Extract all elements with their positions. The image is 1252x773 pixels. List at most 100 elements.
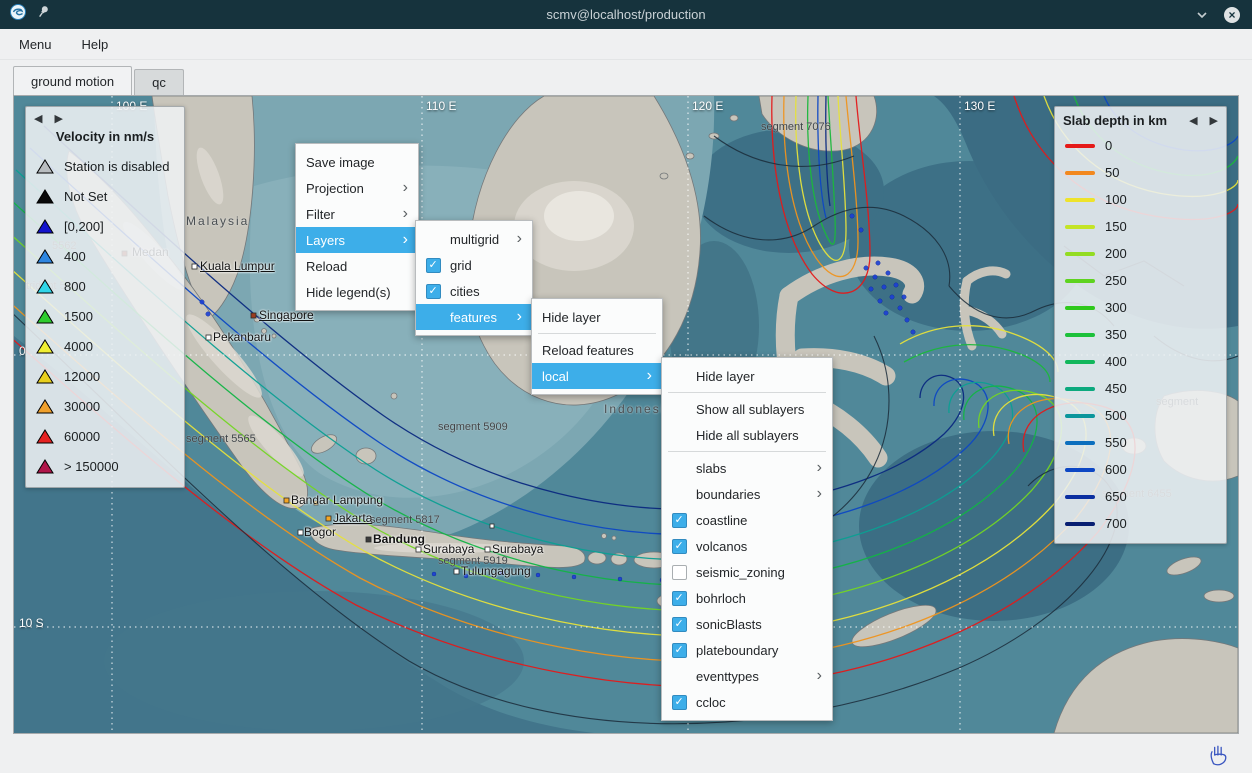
menu-item[interactable]: ✓ grid › (416, 252, 532, 278)
legend-item: 0 (1055, 132, 1226, 159)
legend-item: [0,200] (26, 211, 184, 241)
menu-item[interactable]: ✓ cities › (416, 278, 532, 304)
menu-item[interactable]: ✓ eventtypes › (662, 663, 832, 689)
legend-item: 400 (26, 241, 184, 271)
menu-item[interactable]: ✓ plateboundary › (662, 637, 832, 663)
menu-item[interactable]: ✓ seismic_zoning › (662, 559, 832, 585)
submenu-arrow-icon: › (517, 309, 522, 325)
menu-item: ✓ › (538, 333, 656, 334)
legend-prev-button[interactable]: ◀ (34, 112, 42, 126)
lon-label: 130 E (964, 99, 995, 113)
menu-item[interactable]: ✓ local › (532, 363, 662, 389)
color-swatch (1065, 468, 1095, 472)
checkbox[interactable]: ✓ (672, 565, 687, 580)
submenu-arrow-icon: › (817, 668, 822, 684)
legend-item: 100 (1055, 186, 1226, 213)
menu-item[interactable]: ✓ Reload › (296, 253, 418, 279)
city-label: Kuala Lumpur (200, 259, 275, 273)
context-menu: ✓ Save image › ✓ Projection › ✓ Filter ›… (295, 143, 419, 311)
pin-icon[interactable] (37, 5, 50, 24)
menu-item[interactable]: ✓ Reload features › (532, 337, 662, 363)
triangle-marker-icon (36, 339, 54, 354)
menu-item[interactable]: ✓ Projection › (296, 175, 418, 201)
menu-item[interactable]: ✓ Show all sublayers › (662, 396, 832, 422)
city-label: Jakarta (333, 511, 372, 525)
tab[interactable]: ground motion (13, 66, 132, 96)
checkbox[interactable]: ✓ (672, 695, 687, 710)
menu-item[interactable]: ✓ Layers › (296, 227, 418, 253)
menu-item: ✓ › (668, 392, 826, 393)
menu-item[interactable]: ✓ bohrloch › (662, 585, 832, 611)
segment-label: segment 7076 (761, 121, 831, 133)
color-swatch (1065, 522, 1095, 526)
color-swatch (1065, 414, 1095, 418)
menu-item[interactable]: ✓ Filter › (296, 201, 418, 227)
legend-item: 650 (1055, 483, 1226, 510)
menubar-item[interactable]: Help (78, 35, 113, 54)
menu-item[interactable]: ✓ Hide all sublayers › (662, 422, 832, 448)
checkbox[interactable]: ✓ (672, 539, 687, 554)
titlebar[interactable]: scmv@localhost/production × (0, 0, 1252, 29)
color-swatch (1065, 495, 1095, 499)
legend-item: 400 (1055, 348, 1226, 375)
legend-title: Slab depth in km (1063, 113, 1189, 128)
lon-label: 120 E (692, 99, 723, 113)
legend-item: Station is disabled (26, 151, 184, 181)
city-label: Surabaya (492, 542, 543, 556)
legend-item: 500 (1055, 402, 1226, 429)
menu-item[interactable]: ✓ Hide layer › (532, 304, 662, 330)
submenu-arrow-icon: › (517, 231, 522, 247)
menu-item[interactable]: ✓ Hide layer › (662, 363, 832, 389)
checkbox[interactable]: ✓ (426, 258, 441, 273)
legend-item: 300 (1055, 294, 1226, 321)
menu-item[interactable]: ✓ coastline › (662, 507, 832, 533)
submenu-arrow-icon: › (817, 460, 822, 476)
menu-item[interactable]: ✓ volcanos › (662, 533, 832, 559)
menu-item[interactable]: ✓ sonicBlasts › (662, 611, 832, 637)
color-swatch (1065, 198, 1095, 202)
legend-item: 50 (1055, 159, 1226, 186)
menu-item[interactable]: ✓ features › (416, 304, 532, 330)
menu-item[interactable]: ✓ boundaries › (662, 481, 832, 507)
legend-item: 350 (1055, 321, 1226, 348)
checkbox[interactable]: ✓ (672, 591, 687, 606)
legend-next-button[interactable]: ▶ (1210, 114, 1218, 128)
checkbox[interactable]: ✓ (426, 284, 441, 299)
menu-item[interactable]: ✓ ccloc › (662, 689, 832, 715)
legend-item: 700 (1055, 510, 1226, 537)
tab[interactable]: qc (134, 69, 184, 96)
legend-item: 150 (1055, 213, 1226, 240)
triangle-marker-icon (36, 189, 54, 204)
menubar-item[interactable]: Menu (15, 35, 56, 54)
legend-next-button[interactable]: ▶ (54, 112, 62, 126)
menu-item[interactable]: ✓ Hide legend(s) › (296, 279, 418, 305)
checkbox[interactable]: ✓ (672, 643, 687, 658)
checkbox[interactable]: ✓ (672, 513, 687, 528)
color-swatch (1065, 306, 1095, 310)
menu-item: ✓ › (668, 451, 826, 452)
legend-item: 450 (1055, 375, 1226, 402)
segment-label: segment 5817 (370, 514, 440, 526)
legend-prev-button[interactable]: ◀ (1189, 114, 1197, 128)
features-submenu: ✓ Hide layer › ✓ › ✓ Reload features › ✓… (531, 298, 663, 395)
legend-item: 550 (1055, 429, 1226, 456)
country-label: Malaysia (186, 214, 249, 228)
submenu-arrow-icon: › (403, 180, 408, 196)
menu-item[interactable]: ✓ Save image › (296, 149, 418, 175)
triangle-marker-icon (36, 459, 54, 474)
triangle-marker-icon (36, 399, 54, 414)
map-canvas[interactable]: 100 E 110 E 120 E 130 E 0 10 S Malaysia … (14, 96, 1238, 733)
shade-icon[interactable] (1196, 6, 1208, 24)
menu-item[interactable]: ✓ multigrid › (416, 226, 532, 252)
checkbox[interactable]: ✓ (672, 617, 687, 632)
color-swatch (1065, 333, 1095, 337)
legend-title: Velocity in nm/s (26, 126, 184, 151)
app-window: scmv@localhost/production × Menu Help gro… (0, 0, 1252, 773)
menu-item[interactable]: ✓ slabs › (662, 455, 832, 481)
close-button[interactable]: × (1224, 7, 1240, 23)
lat-label: 10 S (19, 616, 44, 630)
color-swatch (1065, 441, 1095, 445)
color-swatch (1065, 387, 1095, 391)
triangle-marker-icon (36, 309, 54, 324)
city-label: Pekanbaru (213, 330, 271, 344)
